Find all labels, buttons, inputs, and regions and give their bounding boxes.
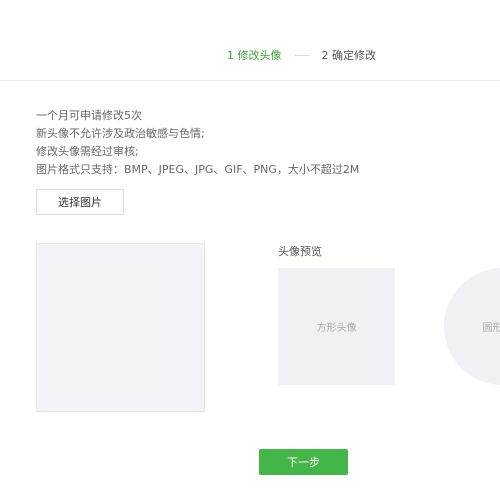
rule-monthly-limit: 一个月可申请修改5次 (36, 109, 142, 122)
round-avatar-preview: 圆形头像 (444, 268, 500, 385)
square-avatar-label: 方形头像 (316, 323, 357, 334)
round-avatar-label: 圆形头像 (482, 323, 500, 334)
step-indicator: 1 修改头像 2 确定修改 (227, 47, 376, 63)
rule-content-restriction: 新头像不允许涉及政治敏感与色情; (36, 127, 205, 140)
avatar-change-page: 1 修改头像 2 确定修改 一个月可申请修改5次 新头像不允许涉及政治敏感与色情… (0, 0, 500, 500)
image-crop-area[interactable] (36, 243, 205, 412)
preview-title: 头像预览 (278, 245, 322, 258)
square-avatar-preview: 方形头像 (278, 268, 395, 385)
choose-image-button[interactable]: 选择图片 (36, 189, 124, 215)
upload-rules: 一个月可申请修改5次 新头像不允许涉及政治敏感与色情; 修改头像需经过审核; 图… (36, 107, 359, 179)
step-confirm-change: 2 确定修改 (321, 49, 377, 62)
header-divider (0, 80, 500, 81)
next-step-button[interactable]: 下一步 (259, 449, 348, 475)
rule-file-format: 图片格式只支持：BMP、JPEG、JPG、GIF、PNG，大小不超过2M (36, 163, 360, 176)
step-separator (294, 54, 309, 56)
rule-review-required: 修改头像需经过审核; (36, 145, 139, 158)
step-modify-avatar: 1 修改头像 (227, 49, 282, 62)
